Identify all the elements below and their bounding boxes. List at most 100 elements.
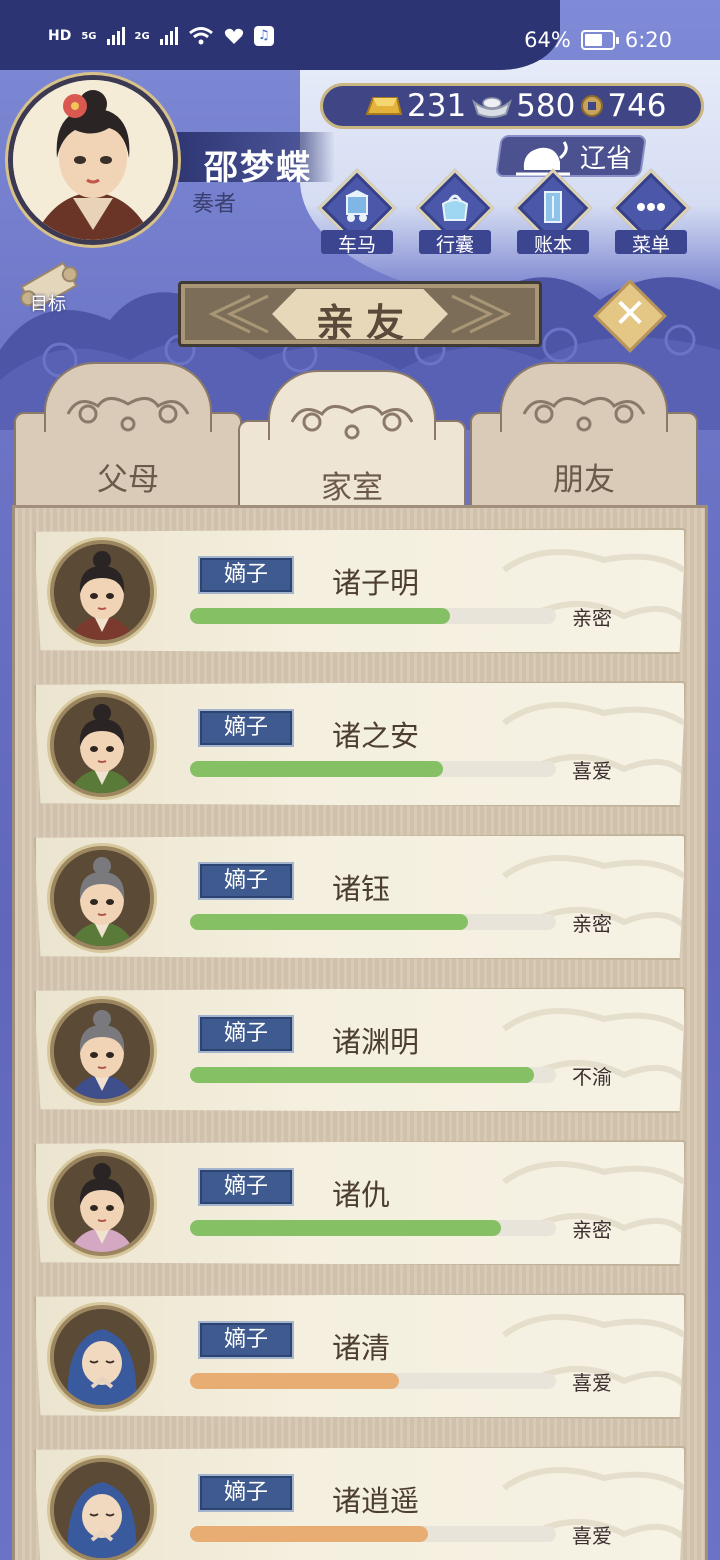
- currency-bar: 231 580 746: [320, 83, 704, 129]
- rank-badge: 嫡子: [198, 1168, 294, 1206]
- affinity-bar-fill: [190, 761, 443, 777]
- status-right: 64% 6:20: [524, 28, 672, 52]
- cloud-ornament-icon: [522, 397, 646, 432]
- cloud-pattern-icon: [502, 1161, 684, 1235]
- portrait-image: [54, 1309, 150, 1405]
- affinity-bar-fill: [190, 1373, 399, 1389]
- flower-hairpin-icon: [63, 94, 87, 118]
- rank-badge: 嫡子: [198, 709, 294, 747]
- clock: 6:20: [624, 28, 672, 52]
- gold-amount: 231: [407, 88, 467, 124]
- ledger-icon: [544, 191, 562, 223]
- affinity-bar-fill: [190, 608, 450, 624]
- affinity-bar: [190, 608, 556, 624]
- heart-icon: [224, 28, 243, 44]
- tab-label: 父母: [97, 462, 159, 498]
- close-icon[interactable]: ✕: [604, 288, 656, 340]
- rank-badge: 嫡子: [198, 862, 294, 900]
- coin-amount: 746: [607, 88, 667, 124]
- top-menu: 车马 行囊 账本 菜单: [315, 168, 705, 258]
- gold-currency: 231: [363, 88, 466, 124]
- battery-percent: 64%: [524, 28, 571, 52]
- relative-portrait: [50, 846, 154, 950]
- rank-badge: 嫡子: [198, 1015, 294, 1053]
- relative-name: 诸仇: [332, 1178, 391, 1212]
- relationship-label: 亲密: [572, 1218, 612, 1242]
- portrait-image: [54, 1462, 150, 1558]
- status-bar: HD 5G 2G ♫ 64% 6:20: [0, 0, 720, 80]
- relative-card[interactable]: 嫡子 诸清 喜爱: [34, 1293, 686, 1419]
- relationship-label: 亲密: [572, 912, 612, 936]
- rank-badge: 嫡子: [198, 1321, 294, 1359]
- page-title: 亲友: [315, 301, 416, 345]
- menu-ledger[interactable]: 账本: [511, 168, 595, 258]
- relationship-label: 喜爱: [572, 1524, 612, 1548]
- banner-arrow-left-icon: [208, 294, 269, 334]
- menu-label: 账本: [533, 234, 572, 256]
- tab-parents[interactable]: 父母: [14, 362, 242, 522]
- relationship-label: 不渝: [572, 1065, 612, 1089]
- portrait-image: [54, 850, 150, 946]
- player-avatar[interactable]: [8, 75, 178, 245]
- relationship-label: 亲密: [572, 606, 612, 630]
- relative-name: 诸子明: [332, 566, 420, 600]
- network-2g-label: 2G: [134, 30, 150, 42]
- affinity-bar: [190, 761, 556, 777]
- portrait-image: [54, 697, 150, 793]
- gold-ingot-icon: [365, 97, 403, 115]
- relative-name: 诸清: [332, 1331, 391, 1365]
- rank-badge: 嫡子: [198, 556, 294, 594]
- relative-name: 诸渊明: [332, 1025, 420, 1059]
- wifi-icon: [188, 27, 213, 45]
- relative-portrait: [50, 540, 154, 644]
- goal-label[interactable]: 目标: [0, 290, 96, 316]
- silver-ingot-icon: [472, 97, 513, 118]
- cloud-pattern-icon: [502, 1314, 684, 1388]
- signal-icon: [106, 27, 125, 45]
- cloud-pattern-icon: [502, 855, 684, 929]
- player-title: 奏者: [192, 192, 237, 217]
- music-app-icon: ♫: [253, 26, 274, 46]
- network-5g-label: 5G: [81, 30, 97, 42]
- menu-label: 行囊: [435, 234, 474, 256]
- relative-portrait: [50, 1152, 154, 1256]
- silver-amount: 580: [516, 88, 576, 124]
- relative-card[interactable]: 嫡子 诸钰 亲密: [34, 834, 686, 960]
- affinity-bar: [190, 1220, 556, 1236]
- carriage-icon: [345, 190, 369, 222]
- affinity-bar: [190, 914, 556, 930]
- affinity-bar-fill: [190, 1067, 535, 1083]
- relative-card[interactable]: 嫡子 诸子明 亲密: [34, 528, 686, 654]
- menu-label: 车马: [337, 234, 376, 256]
- relative-portrait: [50, 999, 154, 1103]
- affinity-bar: [190, 1373, 556, 1389]
- tab-friends[interactable]: 朋友: [470, 362, 698, 522]
- affinity-bar-fill: [190, 914, 469, 930]
- relationship-label: 喜爱: [572, 759, 612, 783]
- coin-currency: 746: [581, 88, 667, 124]
- portrait-image: [54, 1156, 150, 1252]
- relative-card[interactable]: 嫡子 诸逍遥 喜爱: [34, 1446, 686, 1560]
- tab-label: 家室: [321, 470, 383, 506]
- relative-name: 诸之安: [332, 719, 420, 753]
- relative-portrait: [50, 1458, 154, 1560]
- relative-card[interactable]: 嫡子 诸仇 亲密: [34, 1140, 686, 1266]
- cloud-ornament-icon: [66, 397, 190, 432]
- relative-card[interactable]: 嫡子 诸渊明 不渝: [34, 987, 686, 1113]
- cloud-pattern-icon: [502, 1008, 684, 1082]
- player-name: 邵梦蝶: [204, 148, 312, 188]
- copper-coin-icon: [581, 95, 604, 117]
- banner-arrow-right-icon: [451, 294, 512, 334]
- menu-carriage[interactable]: 车马: [315, 168, 399, 258]
- menu-label: 菜单: [631, 234, 670, 256]
- status-left: HD 5G 2G ♫: [48, 26, 274, 46]
- silver-currency: 580: [472, 88, 575, 124]
- relative-card[interactable]: 嫡子 诸之安 喜爱: [34, 681, 686, 807]
- menu-bag[interactable]: 行囊: [413, 168, 497, 258]
- relative-name: 诸逍遥: [332, 1484, 420, 1518]
- menu-more[interactable]: 菜单: [609, 168, 693, 258]
- bag-icon: [441, 194, 469, 221]
- hd-indicator: HD: [48, 28, 72, 44]
- cloud-ornament-icon: [290, 405, 414, 440]
- relative-name: 诸钰: [332, 872, 391, 906]
